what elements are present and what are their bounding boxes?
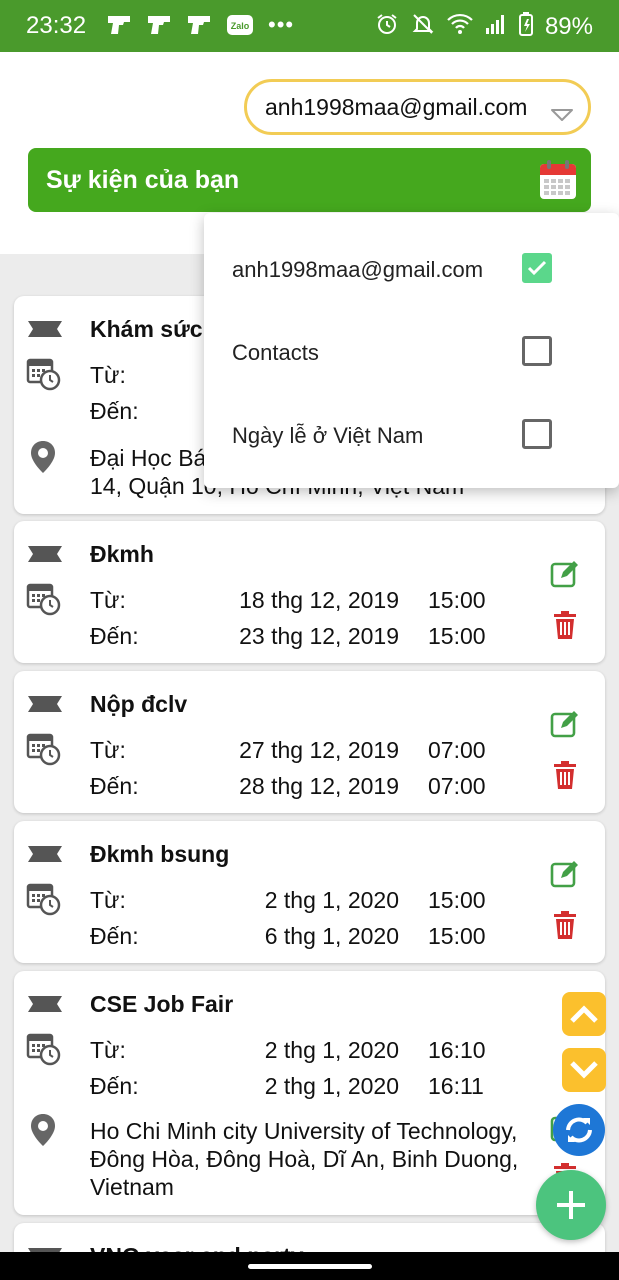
calendar-icon[interactable] [539,160,577,205]
to-time: 15:00 [428,923,486,949]
home-indicator[interactable] [248,1264,372,1269]
menu-item-label[interactable]: Contacts [232,340,319,366]
from-date: 2 thg 1, 2020 [264,887,399,913]
calendar-clock-icon [26,881,62,922]
pistol-icon [106,12,134,38]
chevron-down-icon [550,101,574,128]
calendar-clock-icon [26,581,62,622]
from-label: Từ: [90,1037,126,1063]
from-time: 15:00 [428,887,486,913]
to-time: 15:00 [428,623,486,649]
to-time: 07:00 [428,773,486,799]
page-title: Sự kiện của bạn [46,166,240,194]
edit-icon[interactable] [550,709,580,744]
event-title: Đkmh bsung [90,841,230,867]
menu-item-label[interactable]: Ngày lễ ở Việt Nam [232,423,423,449]
status-bar: 23:32 Zalo ••• 89% [0,0,619,52]
to-time: 16:11 [428,1073,484,1099]
sync-button[interactable] [553,1104,605,1156]
event-card[interactable]: Đkmh Từ: 18 thg 12, 2019 15:00 Đến: 23 t… [14,521,605,663]
from-time: 07:00 [428,737,486,763]
from-time: 16:10 [428,1037,486,1063]
alarm-icon [375,12,399,41]
mute-icon [411,12,435,41]
checkbox-checked[interactable] [522,253,552,283]
event-title: Nộp đclv [90,691,188,717]
location-pin-icon [30,440,56,479]
to-date: 6 thg 1, 2020 [264,923,399,949]
account-menu: anh1998maa@gmail.com Contacts Ngày lễ ở … [204,213,619,488]
location-pin-icon [30,1113,56,1152]
from-date: 27 thg 12, 2019 [239,737,399,763]
account-dropdown[interactable]: anh1998maa@gmail.com [244,79,591,135]
ticket-icon [28,993,62,1020]
zalo-icon: Zalo [226,12,254,38]
to-date: 23 thg 12, 2019 [239,623,399,649]
status-time: 23:32 [26,12,87,39]
svg-text:Zalo: Zalo [231,21,250,31]
to-label: Đến: [90,773,139,799]
from-date: 18 thg 12, 2019 [239,587,399,613]
wifi-icon [447,13,473,40]
event-card[interactable]: Nộp đclv Từ: 27 thg 12, 2019 07:00 Đến: … [14,671,605,813]
calendar-clock-icon [26,731,62,772]
events-banner: Sự kiện của bạn [28,148,591,212]
pistol-icon [146,12,174,38]
add-event-button[interactable] [536,1170,606,1240]
battery-icon [518,12,533,41]
to-label: Đến: [90,1073,139,1099]
from-label: Từ: [90,587,126,613]
sync-icon [566,1117,592,1143]
more-dots-icon: ••• [268,12,295,37]
chevron-down-icon [570,1061,598,1079]
ticket-icon [28,693,62,720]
event-title: Đkmh [90,541,154,567]
navigation-bar [0,1252,619,1280]
plus-icon [557,1191,585,1219]
to-label: Đến: [90,398,139,424]
event-card[interactable]: Đkmh bsung Từ: 2 thg 1, 2020 15:00 Đến: … [14,821,605,963]
system-icons: 89% [375,12,593,41]
from-date: 2 thg 1, 2020 [264,1037,399,1063]
scroll-up-button[interactable] [562,992,606,1036]
to-date: 28 thg 12, 2019 [239,773,399,799]
to-date: 2 thg 1, 2020 [264,1073,399,1099]
ticket-icon [28,318,62,345]
to-label: Đến: [90,623,139,649]
chevron-up-icon [570,1005,598,1023]
trash-icon[interactable] [553,761,577,794]
checkbox[interactable] [522,336,552,366]
signal-icon [485,13,507,40]
notification-icons: Zalo ••• [106,12,294,38]
scroll-down-button[interactable] [562,1048,606,1092]
ticket-icon [28,543,62,570]
event-card[interactable]: CSE Job Fair Từ: 2 thg 1, 2020 16:10 Đến… [14,971,605,1215]
event-title: CSE Job Fair [90,991,234,1017]
calendar-clock-icon [26,356,62,397]
checkbox[interactable] [522,419,552,449]
from-label: Từ: [90,362,126,388]
edit-icon[interactable] [550,859,580,894]
pistol-icon [186,12,214,38]
trash-icon[interactable] [553,611,577,644]
event-title: Khám sức [90,316,203,342]
account-email: anh1998maa@gmail.com [265,93,528,120]
to-label: Đến: [90,923,139,949]
menu-item-label[interactable]: anh1998maa@gmail.com [232,257,483,283]
event-location: Ho Chi Minh city University of Technolog… [90,1118,519,1200]
calendar-clock-icon [26,1031,62,1072]
trash-icon[interactable] [553,911,577,944]
from-label: Từ: [90,737,126,763]
edit-icon[interactable] [550,559,580,594]
from-label: Từ: [90,887,126,913]
battery-percent: 89% [544,12,593,40]
from-time: 15:00 [428,587,486,613]
ticket-icon [28,843,62,870]
